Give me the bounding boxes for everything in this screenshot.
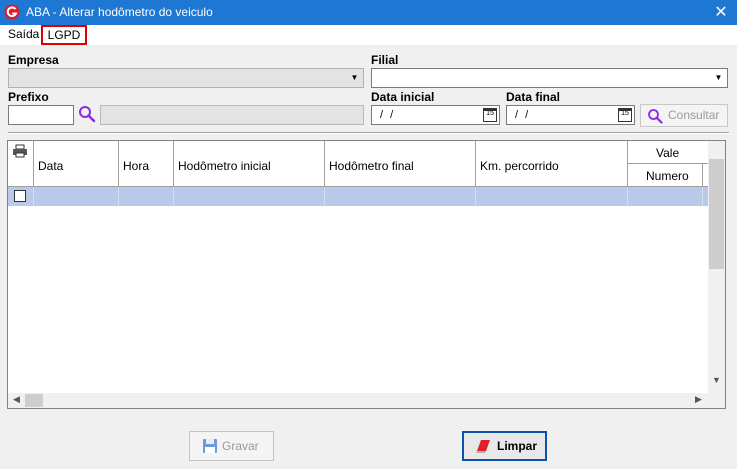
column-header-hodometro-final[interactable]: Hodômetro final: [325, 141, 476, 187]
window-title: ABA - Alterar hodômetro do veiculo: [26, 5, 213, 19]
scrollbar-corner: [708, 393, 725, 408]
scroll-right-icon[interactable]: ▶: [691, 394, 706, 405]
prefixo-label: Prefixo: [8, 90, 49, 104]
scrollbar-thumb[interactable]: [709, 159, 724, 269]
printer-icon[interactable]: [12, 144, 28, 158]
horizontal-scrollbar[interactable]: ◀ ▶: [8, 393, 708, 408]
table-cell: [174, 187, 325, 206]
menu-bar: Saída LGPD: [0, 25, 737, 45]
scrollbar-thumb[interactable]: [25, 394, 43, 407]
data-inicial-input[interactable]: / / 15: [371, 105, 500, 125]
column-header-label: Numero: [646, 169, 689, 183]
search-icon: [648, 109, 663, 124]
separator: [8, 132, 729, 134]
menu-item-saida[interactable]: Saída: [4, 25, 43, 45]
prefixo-input[interactable]: [8, 105, 74, 125]
print-column-header[interactable]: [8, 141, 34, 187]
filial-combo[interactable]: ▼: [371, 68, 728, 88]
close-button[interactable]: ✕: [708, 2, 734, 23]
empresa-combo[interactable]: ▼: [8, 68, 364, 88]
column-header-km-percorrido[interactable]: Km. percorrido: [476, 141, 628, 187]
data-grid[interactable]: Data Hora Hodômetro inicial Hodômetro fi…: [7, 140, 726, 409]
gravar-label: Gravar: [222, 439, 259, 453]
app-logo-icon: [4, 4, 20, 20]
calendar-icon[interactable]: 15: [618, 108, 632, 122]
eraser-icon: [476, 440, 490, 453]
table-row[interactable]: [8, 187, 708, 206]
chevron-down-icon[interactable]: ▼: [347, 70, 362, 86]
table-cell: [325, 187, 476, 206]
data-inicial-value: / /: [380, 109, 396, 121]
table-cell: [476, 187, 628, 206]
column-header-hodometro-inicial[interactable]: Hodômetro inicial: [174, 141, 325, 187]
scroll-left-icon[interactable]: ◀: [9, 394, 24, 405]
empresa-label: Empresa: [8, 53, 59, 67]
column-header-label: Data: [38, 159, 64, 173]
column-header-label: Hodômetro final: [329, 159, 414, 173]
column-header-hora[interactable]: Hora: [119, 141, 174, 187]
menu-item-lgpd[interactable]: LGPD: [41, 25, 87, 45]
table-cell: [628, 187, 703, 206]
table-cell: [34, 187, 119, 206]
table-cell: [119, 187, 174, 206]
filial-label: Filial: [371, 53, 399, 67]
column-header-label: Hodômetro inicial: [178, 159, 271, 173]
chevron-down-icon[interactable]: ▼: [711, 70, 726, 86]
title-bar: ABA - Alterar hodômetro do veiculo ✕: [0, 0, 737, 25]
floppy-disk-icon: [203, 439, 217, 453]
data-inicial-label: Data inicial: [371, 90, 435, 104]
gravar-button[interactable]: Gravar: [189, 431, 274, 461]
consultar-label: Consultar: [668, 108, 720, 122]
column-group-header-vale: Vale: [628, 141, 708, 164]
column-header-data[interactable]: Data: [34, 141, 119, 187]
prefixo-description-field: [100, 105, 364, 125]
search-icon[interactable]: [78, 105, 96, 123]
calendar-icon[interactable]: 15: [483, 108, 497, 122]
scroll-down-icon[interactable]: ▼: [709, 375, 724, 385]
consultar-button[interactable]: Consultar: [640, 104, 728, 127]
limpar-label: Limpar: [497, 439, 538, 453]
limpar-button[interactable]: Limpar: [462, 431, 547, 461]
column-header-label: Hora: [123, 159, 150, 173]
column-group-label: Vale: [656, 146, 680, 160]
row-checkbox[interactable]: [14, 190, 26, 202]
data-final-value: / /: [515, 109, 531, 121]
column-header-numero[interactable]: Numero: [628, 164, 703, 187]
column-header-label: Km. percorrido: [480, 159, 559, 173]
data-final-label: Data final: [506, 90, 561, 104]
data-final-input[interactable]: / / 15: [506, 105, 635, 125]
table-cell: [8, 187, 34, 206]
vertical-scrollbar[interactable]: ▼: [708, 141, 725, 393]
